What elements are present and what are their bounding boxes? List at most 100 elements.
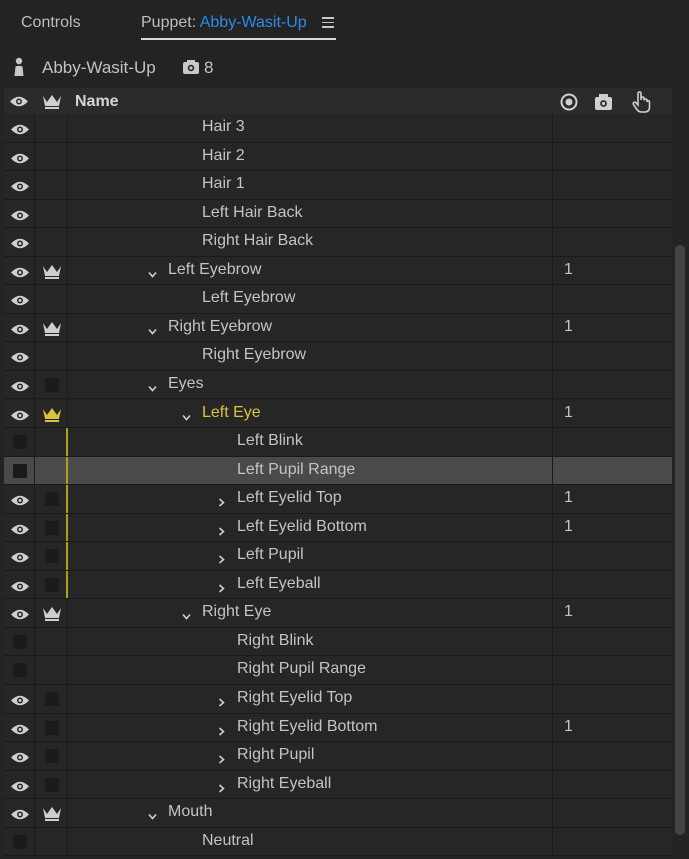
layer-row[interactable]: Right Hair Back — [4, 228, 672, 257]
layer-row[interactable]: Left Eyelid Top 1 — [4, 485, 672, 514]
eye-icon[interactable] — [10, 751, 30, 769]
crown-cell[interactable] — [36, 342, 68, 370]
chevron-right-icon[interactable] — [217, 551, 226, 564]
crown-off-square[interactable] — [45, 377, 59, 392]
crown-cell[interactable] — [36, 199, 68, 228]
crown-cell[interactable] — [36, 228, 68, 256]
chevron-right-icon[interactable] — [217, 523, 226, 536]
eye-icon[interactable] — [10, 723, 30, 741]
tab-controls[interactable]: Controls — [21, 14, 81, 32]
eye-icon[interactable] — [10, 780, 30, 798]
eye-icon[interactable] — [10, 266, 30, 284]
crown-cell[interactable] — [36, 827, 68, 856]
layer-row[interactable]: Right Eyelid Bottom 1 — [4, 713, 672, 743]
eye-icon[interactable] — [10, 580, 30, 598]
eye-icon[interactable] — [10, 551, 30, 569]
layer-row[interactable]: Right Eyeball — [4, 770, 672, 800]
eye-icon[interactable] — [10, 694, 30, 712]
eye-icon[interactable] — [10, 380, 30, 398]
layer-row[interactable]: Left Eyelid Bottom 1 — [4, 513, 672, 543]
eye-icon[interactable] — [10, 608, 30, 626]
crown-icon[interactable] — [42, 406, 62, 427]
layer-row[interactable]: Right Pupil Range — [4, 656, 672, 685]
chevron-right-icon[interactable] — [217, 723, 226, 736]
crown-off-square[interactable] — [45, 520, 59, 535]
visibility-off-square[interactable] — [13, 834, 27, 849]
hand-header-icon[interactable] — [630, 90, 652, 114]
crown-cell[interactable] — [36, 171, 68, 199]
crown-off-square[interactable] — [45, 749, 59, 764]
crown-cell[interactable] — [36, 627, 68, 656]
panel-menu-icon[interactable] — [322, 17, 334, 28]
layer-row[interactable]: Left Eyebrow — [4, 285, 672, 314]
crown-off-square[interactable] — [45, 549, 59, 564]
crown-off-square[interactable] — [45, 577, 59, 592]
chevron-down-icon[interactable] — [148, 380, 157, 392]
crown-cell[interactable] — [36, 114, 68, 142]
crown-icon[interactable] — [42, 320, 62, 341]
visibility-off-square[interactable] — [13, 663, 27, 678]
layer-row[interactable]: Hair 2 — [4, 142, 672, 172]
chevron-right-icon[interactable] — [217, 694, 226, 707]
layer-row[interactable]: Right Eyebrow — [4, 342, 672, 371]
eye-icon[interactable] — [10, 152, 30, 170]
crown-off-square[interactable] — [45, 492, 59, 507]
chevron-down-icon[interactable] — [182, 608, 191, 621]
layer-row[interactable]: Left Eyebrow 1 — [4, 256, 672, 286]
eye-icon[interactable] — [10, 409, 30, 427]
visibility-off-square[interactable] — [13, 463, 27, 478]
layer-row[interactable]: Hair 3 — [4, 114, 672, 143]
layer-row[interactable]: Right Eye 1 — [4, 599, 672, 628]
chevron-right-icon[interactable] — [217, 751, 226, 764]
crown-cell[interactable] — [36, 285, 68, 313]
chevron-down-icon[interactable] — [148, 323, 157, 335]
camera-header-icon[interactable] — [594, 93, 613, 111]
layer-row[interactable]: Eyes — [4, 370, 672, 400]
crown-icon[interactable] — [42, 805, 62, 826]
chevron-right-icon[interactable] — [217, 580, 226, 593]
crown-cell[interactable] — [36, 656, 68, 684]
eye-icon[interactable] — [10, 808, 30, 826]
layer-row[interactable]: Left Pupil — [4, 542, 672, 571]
chevron-right-icon[interactable] — [217, 780, 226, 793]
eye-icon[interactable] — [10, 294, 30, 312]
layer-row[interactable]: Hair 1 — [4, 171, 672, 200]
crown-cell[interactable] — [36, 142, 68, 171]
crown-header-icon[interactable] — [42, 93, 62, 109]
visibility-off-square[interactable] — [13, 634, 27, 649]
eye-icon[interactable] — [10, 494, 30, 512]
tag-header-icon[interactable] — [560, 93, 578, 111]
crown-icon[interactable] — [42, 605, 62, 626]
eye-icon[interactable] — [10, 123, 30, 141]
eye-icon[interactable] — [10, 323, 30, 341]
tab-puppet[interactable]: Puppet: Abby-Wasit-Up — [141, 14, 307, 32]
eye-icon[interactable] — [10, 523, 30, 541]
layer-row[interactable]: Left Blink — [4, 428, 672, 457]
visibility-header-icon[interactable] — [9, 95, 29, 108]
eye-icon[interactable] — [10, 351, 30, 369]
layer-row[interactable]: Right Blink — [4, 627, 672, 657]
layer-row[interactable]: Right Eyebrow 1 — [4, 313, 672, 343]
crown-off-square[interactable] — [45, 692, 59, 706]
layer-row[interactable]: Mouth — [4, 799, 672, 828]
crown-off-square[interactable] — [45, 720, 59, 735]
layer-row[interactable]: Neutral — [4, 827, 672, 857]
chevron-down-icon[interactable] — [182, 409, 191, 421]
chevron-down-icon[interactable] — [148, 808, 157, 820]
eye-icon[interactable] — [10, 209, 30, 227]
crown-icon[interactable] — [42, 263, 62, 284]
layer-row[interactable]: Left Hair Back — [4, 199, 672, 229]
layer-row[interactable]: Left Eye 1 — [4, 399, 672, 428]
layer-row[interactable]: Right Eyelid Top — [4, 685, 672, 714]
eye-icon[interactable] — [10, 237, 30, 255]
name-column-header[interactable]: Name — [75, 93, 119, 111]
layer-row[interactable]: Left Pupil Range — [4, 456, 672, 486]
crown-off-square[interactable] — [45, 777, 59, 792]
chevron-right-icon[interactable] — [217, 494, 226, 507]
layer-row[interactable]: Left Eyeball — [4, 570, 672, 600]
chevron-down-icon[interactable] — [148, 266, 157, 278]
crown-cell[interactable] — [36, 456, 68, 485]
layer-row[interactable]: Right Pupil — [4, 742, 672, 771]
scrollbar-thumb[interactable] — [675, 245, 685, 835]
visibility-off-square[interactable] — [13, 435, 27, 450]
